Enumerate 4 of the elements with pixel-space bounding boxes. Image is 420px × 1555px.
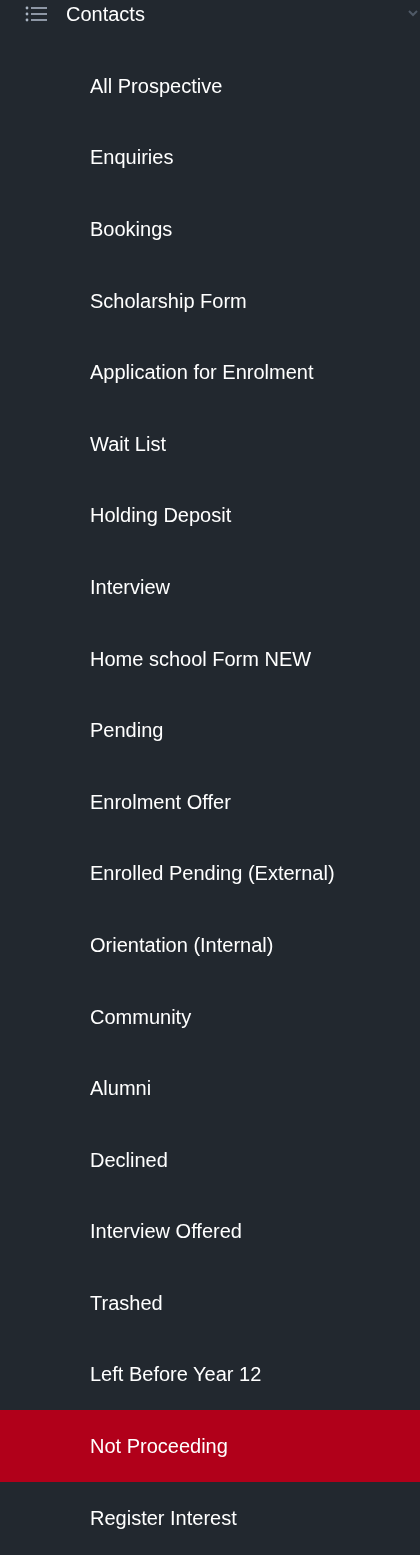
list-icon: [25, 6, 47, 22]
chevron-icon[interactable]: [408, 10, 418, 17]
section-title[interactable]: Contacts: [66, 0, 145, 28]
menu-item[interactable]: Not Proceeding: [0, 1410, 420, 1482]
